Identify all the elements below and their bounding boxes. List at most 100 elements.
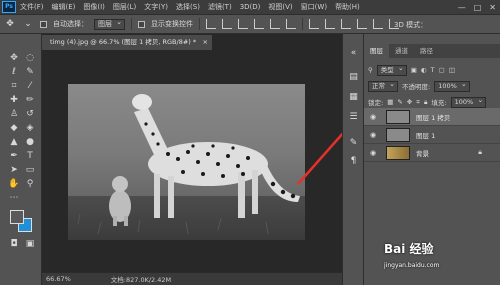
menu-layer[interactable]: 图层(L)	[109, 2, 140, 12]
lasso-tool-icon[interactable]: ℓ	[8, 66, 20, 78]
menu-select[interactable]: 选择(S)	[172, 2, 204, 12]
layer-row-1[interactable]: ◉ 图层 1	[364, 126, 500, 144]
auto-select-dropdown[interactable]: 图层	[94, 18, 125, 30]
filter-smart-icon[interactable]: ◫	[449, 66, 455, 74]
menu-type[interactable]: 文字(Y)	[140, 2, 172, 12]
opacity-label: 不透明度:	[402, 83, 431, 91]
marquee-tool-icon[interactable]: ◌	[24, 52, 36, 64]
3d-mode-label: 3D 模式：	[394, 21, 428, 29]
show-transform-label: 显示变换控件	[151, 20, 193, 28]
menu-view[interactable]: 视图(V)	[264, 2, 296, 12]
brush-tool-icon[interactable]: ✏	[24, 94, 36, 106]
history-panel-icon[interactable]: ▤	[348, 72, 359, 83]
options-bar: ✥ ⌄ 自动选择： 图层 显示变换控件 3D 模式：	[0, 14, 500, 34]
zoom-level[interactable]: 66.67%	[46, 275, 71, 283]
document-tab-title: timg (4).jpg @ 66.7% (图层 1 拷贝, RGB/8#) *	[50, 38, 197, 46]
screen-mode-icon[interactable]: ▣	[24, 238, 36, 250]
align-left-icon[interactable]	[206, 19, 216, 29]
lock-artboard-icon[interactable]: ⌗	[416, 98, 420, 107]
visibility-eye-icon[interactable]: ◉	[370, 113, 380, 121]
tab-layers[interactable]: 图层	[364, 44, 389, 58]
crop-tool-icon[interactable]: ⌗	[8, 80, 20, 92]
close-window-button[interactable]: ✕	[489, 3, 496, 12]
document-tab[interactable]: timg (4).jpg @ 66.7% (图层 1 拷贝, RGB/8#) *…	[42, 35, 212, 50]
panel-tabs: 图层 通道 路径	[364, 44, 500, 58]
distribute-middle-icon[interactable]	[325, 19, 335, 29]
quick-select-tool-icon[interactable]: ✎	[24, 66, 36, 78]
document-info: 文档:827.0K/2.42M	[110, 276, 172, 284]
layer-name[interactable]: 图层 1 拷贝	[416, 112, 450, 122]
shape-tool-icon[interactable]: ▭	[24, 164, 36, 176]
menu-help[interactable]: 帮助(H)	[331, 2, 364, 12]
distribute-bottom-icon[interactable]	[341, 19, 351, 29]
layer-row-background[interactable]: ◉ 背景 🔒︎	[364, 144, 500, 162]
filter-type-icon[interactable]: T	[431, 66, 435, 74]
photoshop-logo: Ps	[2, 1, 16, 13]
blend-mode-dropdown[interactable]: 正常	[368, 80, 398, 92]
align-right-icon[interactable]	[238, 19, 248, 29]
visibility-eye-icon[interactable]: ◉	[370, 131, 380, 139]
paragraph-panel-icon[interactable]: ¶	[348, 156, 359, 167]
align-top-icon[interactable]	[254, 19, 264, 29]
watermark-url: jingyan.baidu.com	[384, 262, 440, 269]
pen-tool-icon[interactable]: ✒	[8, 150, 20, 162]
collapse-panels-icon[interactable]: «	[348, 48, 359, 59]
adjustments-panel-icon[interactable]: ☰	[348, 112, 359, 123]
visibility-eye-icon[interactable]: ◉	[370, 149, 380, 157]
type-tool-icon[interactable]: T	[24, 150, 36, 162]
hand-tool-icon[interactable]: ✋	[8, 178, 20, 190]
properties-panel-icon[interactable]: ▦	[348, 92, 359, 103]
align-bottom-icon[interactable]	[286, 19, 296, 29]
menu-edit[interactable]: 编辑(E)	[48, 2, 80, 12]
align-center-icon[interactable]	[222, 19, 232, 29]
clone-stamp-tool-icon[interactable]: ♙	[8, 108, 20, 120]
lock-move-icon[interactable]: ✥	[407, 98, 412, 106]
menu-file[interactable]: 文件(F)	[16, 2, 48, 12]
lock-brush-icon[interactable]: ✎	[397, 98, 402, 106]
zoom-tool-icon[interactable]: ⚲	[24, 178, 36, 190]
lock-all-icon[interactable]: 🔒︎	[424, 98, 427, 107]
move-tool-preset-icon[interactable]: ✥	[4, 18, 16, 30]
quick-mask-icon[interactable]: ◘	[8, 238, 20, 250]
eyedropper-tool-icon[interactable]: ⁄	[24, 80, 36, 92]
paint-bucket-tool-icon[interactable]: ◈	[24, 122, 36, 134]
opacity-input[interactable]: 100%	[434, 80, 470, 92]
menu-3d[interactable]: 3D(D)	[236, 3, 265, 11]
brush-settings-icon[interactable]: ✎	[348, 138, 359, 149]
lock-pixels-icon[interactable]: ▦	[387, 98, 393, 106]
filter-adjust-icon[interactable]: ◐	[421, 66, 427, 74]
show-transform-checkbox[interactable]	[138, 20, 145, 28]
filter-kind-dropdown[interactable]: 类型	[376, 64, 407, 76]
auto-select-label: 自动选择：	[53, 20, 88, 28]
move-tool-icon[interactable]: ✥	[8, 52, 20, 64]
blur-tool-icon[interactable]: ▲	[8, 136, 20, 148]
auto-select-checkbox[interactable]	[40, 20, 47, 28]
preset-dropdown-icon[interactable]: ⌄	[22, 18, 34, 30]
menu-window[interactable]: 窗口(W)	[297, 2, 331, 12]
minimize-button[interactable]: —	[458, 3, 466, 12]
tab-paths[interactable]: 路径	[414, 44, 439, 58]
maximize-button[interactable]: □	[474, 3, 482, 12]
align-middle-icon[interactable]	[270, 19, 280, 29]
foreground-color-swatch[interactable]	[10, 210, 24, 224]
filter-shape-icon[interactable]: ▢	[439, 66, 445, 74]
path-selection-tool-icon[interactable]: ➤	[8, 164, 20, 176]
more-tools-icon[interactable]: ⋯	[8, 192, 20, 204]
menu-image[interactable]: 图像(I)	[79, 2, 109, 12]
close-tab-icon[interactable]: ×	[203, 35, 208, 50]
filter-pixel-icon[interactable]: ▣	[411, 66, 417, 74]
eraser-tool-icon[interactable]: ◆	[8, 122, 20, 134]
filter-row: ⚲ 类型 ▣ ◐ T ▢ ◫	[368, 64, 498, 76]
layer-name[interactable]: 图层 1	[416, 130, 435, 140]
menu-filter[interactable]: 滤镜(T)	[204, 2, 236, 12]
history-brush-tool-icon[interactable]: ↺	[24, 108, 36, 120]
layer-row-copy[interactable]: ◉ 图层 1 拷贝	[364, 108, 500, 126]
layer-name[interactable]: 背景	[416, 148, 429, 158]
tab-channels[interactable]: 通道	[389, 44, 414, 58]
fill-input[interactable]: 100%	[450, 96, 487, 108]
distribute-center-icon[interactable]	[373, 19, 383, 29]
distribute-top-icon[interactable]	[309, 19, 319, 29]
dodge-tool-icon[interactable]: ●	[24, 136, 36, 148]
healing-brush-tool-icon[interactable]: ✚	[8, 94, 20, 106]
distribute-left-icon[interactable]	[357, 19, 367, 29]
